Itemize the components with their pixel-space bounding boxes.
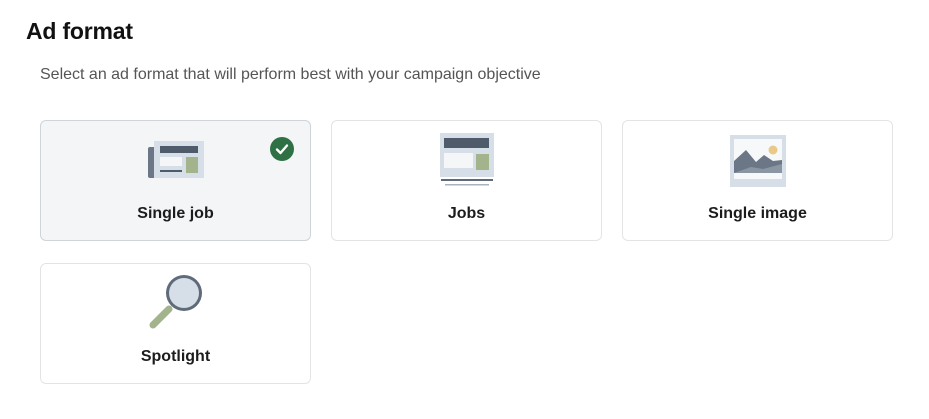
jobs-illustration-icon xyxy=(332,129,601,191)
ad-format-card-jobs[interactable]: Jobs xyxy=(331,120,602,241)
ad-format-card-spotlight[interactable]: Spotlight xyxy=(40,263,311,384)
ad-format-card-single-job[interactable]: Single job xyxy=(40,120,311,241)
ad-format-label: Single image xyxy=(708,205,807,222)
ad-format-card-single-image[interactable]: Single image xyxy=(622,120,893,241)
single-image-illustration-icon xyxy=(623,129,892,191)
checkmark-circle-icon xyxy=(270,137,294,161)
ad-format-label: Jobs xyxy=(447,205,486,222)
page-subtitle: Select an ad format that will perform be… xyxy=(40,66,541,83)
page-title: Ad format xyxy=(26,18,133,44)
spotlight-magnifier-icon xyxy=(41,270,310,332)
ad-format-label: Single job xyxy=(137,205,214,222)
ad-format-label: Spotlight xyxy=(140,348,211,365)
